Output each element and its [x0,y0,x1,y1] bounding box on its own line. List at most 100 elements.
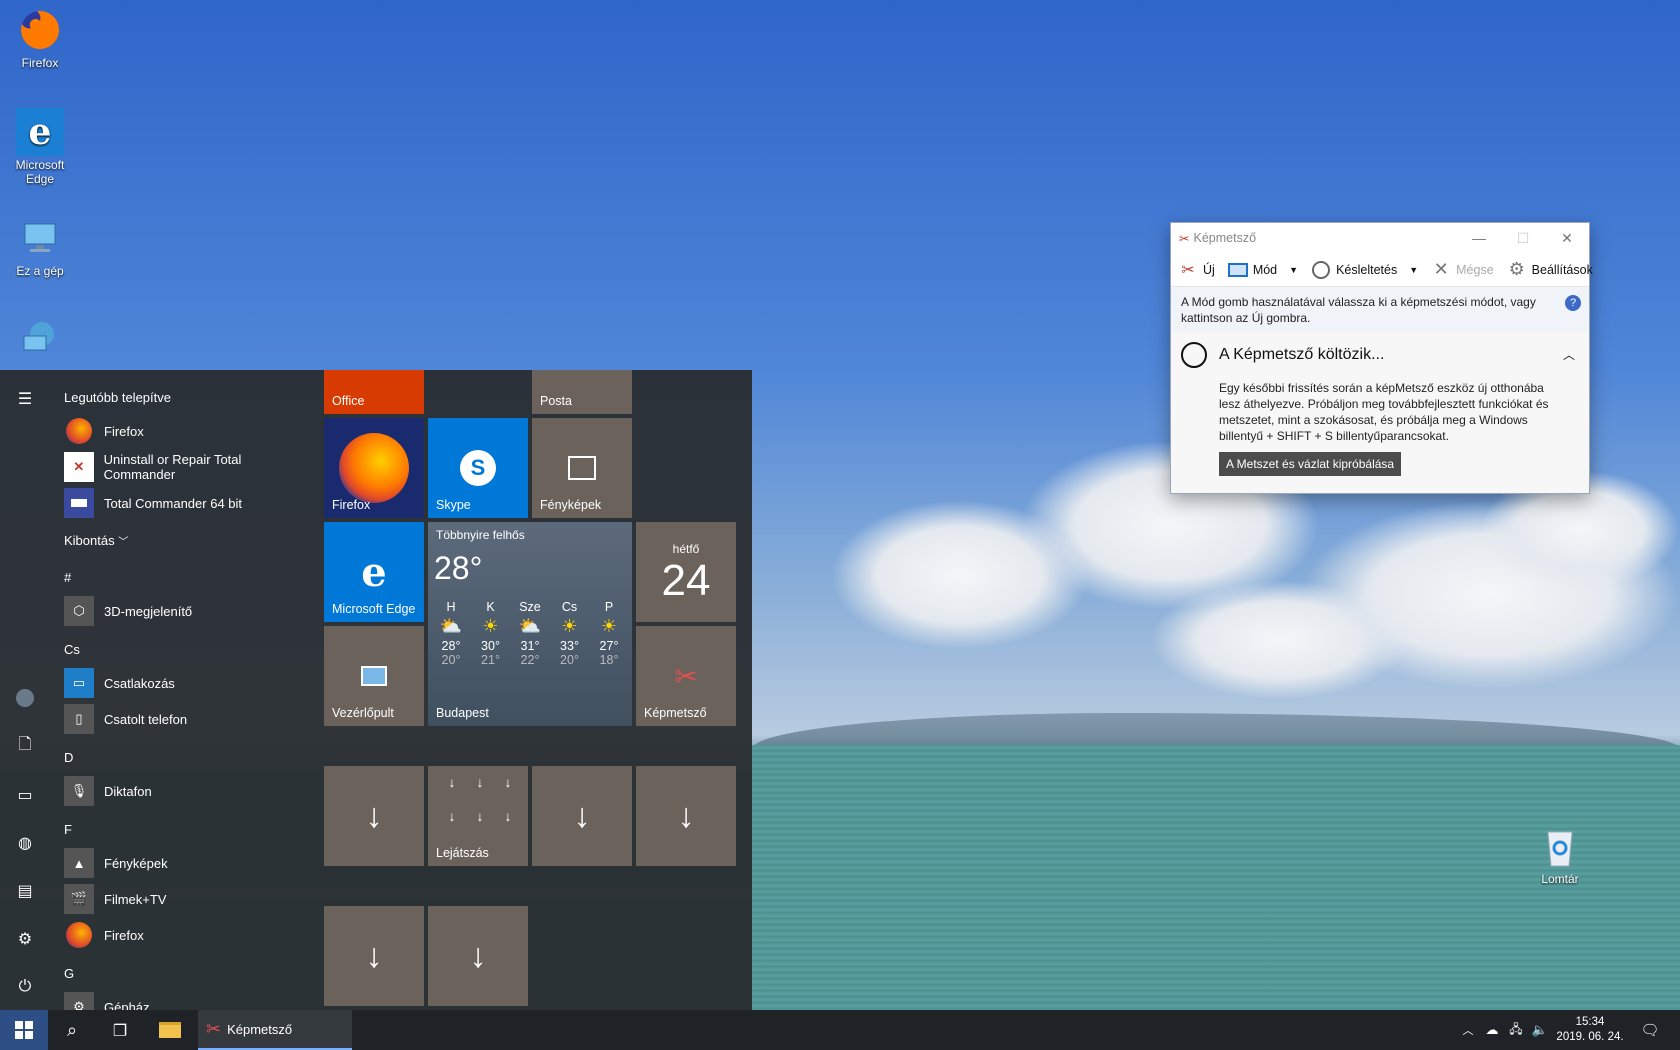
mode-button[interactable]: Mód ▼ [1221,253,1304,287]
tile-download[interactable]: ↓ [428,906,528,1006]
desktop-icon-label: Ez a gép [16,264,64,278]
start-rail: ☰ 🗋 ▭ ◍ ▤ ⚙ ⏻ [0,370,50,1010]
network-icon [16,314,64,362]
tile-download[interactable]: ↓ [636,766,736,866]
forecast-day: Sze ⛅ 31° 22° [511,600,549,667]
tile-skype[interactable]: S Skype [428,418,528,518]
app-item-total-commander[interactable]: Total Commander 64 bit [64,486,314,520]
action-center-icon[interactable]: 🗨 [1630,1010,1670,1050]
tile-label: Fényképek [540,498,602,512]
firefox-icon [64,416,94,446]
gear-icon[interactable]: ⚙ [0,918,50,958]
low-temp: 22° [520,653,540,667]
user-avatar-icon[interactable] [0,678,50,718]
app-item-firefox[interactable]: Firefox [64,918,314,952]
tile-control-panel[interactable]: Vezérlőpult [324,626,424,726]
task-view-icon[interactable]: ❐ [96,1010,144,1050]
start-button[interactable] [0,1010,48,1050]
help-icon[interactable]: ? [1565,295,1581,311]
app-label: 3D-megjelenítő [104,603,193,619]
clock[interactable]: 15:34 2019. 06. 24. [1550,1010,1630,1050]
tile-firefox[interactable]: Firefox [324,418,424,518]
scissors-icon: ✂ [1179,231,1190,246]
group-letter[interactable]: F [64,822,72,837]
high-temp: 28° [441,639,461,653]
tile-mail[interactable]: Posta [532,370,632,414]
new-snip-button[interactable]: ✂ Új [1171,253,1221,287]
onedrive-icon[interactable]: ☁ [1480,1010,1504,1050]
minimize-button[interactable]: — [1457,223,1501,253]
group-letter[interactable]: # [64,570,71,585]
cloud [830,500,1090,650]
app-label: Csatolt telefon [104,711,188,727]
hamburger-menu-icon[interactable]: ☰ [0,378,50,418]
file-explorer-icon[interactable] [146,1010,194,1050]
desktop-icon-firefox[interactable]: Firefox [0,6,80,70]
search-icon[interactable]: ⌕ [48,1010,96,1050]
desktop-icon-recycle-bin[interactable]: Lomtár [1520,822,1600,886]
start-menu: ☰ 🗋 ▭ ◍ ▤ ⚙ ⏻ Legutóbb telepítve Firefox… [0,370,752,1010]
group-letter[interactable]: D [64,750,73,765]
tile-weather[interactable]: Többnyire felhős 28° H ⛅ 28° 20° K ☀ 30°… [428,522,632,726]
desktop-icon-this-pc[interactable]: Ez a gép [0,214,80,278]
file-explorer-icon[interactable]: ▤ [0,870,50,910]
app-list: Legutóbb telepítve Firefox ✕ Uninstall o… [50,370,320,1010]
app-label: Filmek+TV [104,891,167,907]
desktop-icon-edge[interactable]: e Microsoft Edge [0,108,80,186]
app-item-3d-viewer[interactable]: ⬡ 3D-megjelenítő [64,594,314,628]
app-item-voice-recorder[interactable]: 🎙 Diktafon [64,774,314,808]
taskbar-app-snipping-tool[interactable]: ✂ Képmetsző [198,1010,352,1050]
chevron-down-icon: ▼ [1409,264,1419,275]
app-item-settings[interactable]: ⚙ Gépház [64,990,314,1010]
firefox-icon [64,920,94,950]
tile-download[interactable]: ↓ [324,766,424,866]
chevron-up-icon[interactable]: ︿ [1563,346,1575,363]
tile-play-folder[interactable]: ↓ ↓ ↓ ↓ ↓ ↓ Lejátszás [428,766,528,866]
power-icon[interactable]: ⏻ [0,966,50,1006]
maximize-button[interactable]: ☐ [1501,223,1545,253]
settings-label: Beállítások [1531,262,1593,277]
photos-icon: ▲ [64,848,94,878]
app-item-connect[interactable]: ▭ Csatlakozás [64,666,314,700]
close-button[interactable]: ✕ [1545,223,1589,253]
weather-temp: 28° [434,550,483,586]
delay-button[interactable]: Késleltetés ▼ [1304,253,1424,287]
group-letter[interactable]: Cs [64,642,80,657]
edge-icon: e [16,108,64,156]
tile-edge[interactable]: e Microsoft Edge [324,522,424,622]
tile-label: Microsoft Edge [332,602,416,616]
app-item-uninstall-total-commander[interactable]: ✕ Uninstall or Repair Total Commander [64,450,314,484]
chevron-up-icon[interactable]: ︿ [1456,1010,1480,1050]
network-icon[interactable]: 🖧 [1504,1010,1528,1050]
network-icon[interactable]: ◍ [0,822,50,862]
desktop-icon-network[interactable] [0,314,80,364]
documents-icon[interactable]: 🗋 [0,726,50,766]
tile-office[interactable]: Office [324,370,424,414]
try-snip-sketch-button[interactable]: A Metszet és vázlat kipróbálása [1219,452,1402,476]
volume-icon[interactable]: 🔈 [1528,1010,1552,1050]
x-icon: ✕ [1433,259,1449,279]
snip-toolbar: ✂ Új Mód ▼ Késleltetés ▼ ✕ Mégse ⚙ Beáll… [1171,253,1593,287]
tile-label: Firefox [332,498,371,512]
app-item-movies-tv[interactable]: 🎬 Filmek+TV [64,882,314,916]
app-item-photos[interactable]: ▲ Fényképek [64,846,314,880]
app-item-your-phone[interactable]: ▯ Csatolt telefon [64,702,314,736]
tile-photos[interactable]: Fényképek [532,418,632,518]
expand-button[interactable]: Kibontás ﹀ [64,533,128,548]
cancel-button[interactable]: ✕ Mégse [1424,253,1500,287]
recycle-bin-icon [1536,822,1584,870]
desktop-icon-label: Firefox [21,56,59,70]
clock-date: 2019. 06. 24. [1556,1031,1624,1043]
settings-button[interactable]: ⚙ Beállítások [1500,253,1599,287]
pictures-icon[interactable]: ▭ [0,774,50,814]
tile-download[interactable]: ↓ [532,766,632,866]
app-label: Fényképek [104,855,168,871]
high-temp: 27° [599,639,619,653]
group-letter[interactable]: G [64,966,74,981]
app-item-firefox[interactable]: Firefox [64,414,314,448]
sun-icon: ☀ [482,616,499,636]
tile-download[interactable]: ↓ [324,906,424,1006]
app-label: Firefox [104,927,144,943]
tile-snipping-tool[interactable]: ✂ Képmetsző [636,626,736,726]
tile-calendar[interactable]: hétfő 24 [636,522,736,622]
